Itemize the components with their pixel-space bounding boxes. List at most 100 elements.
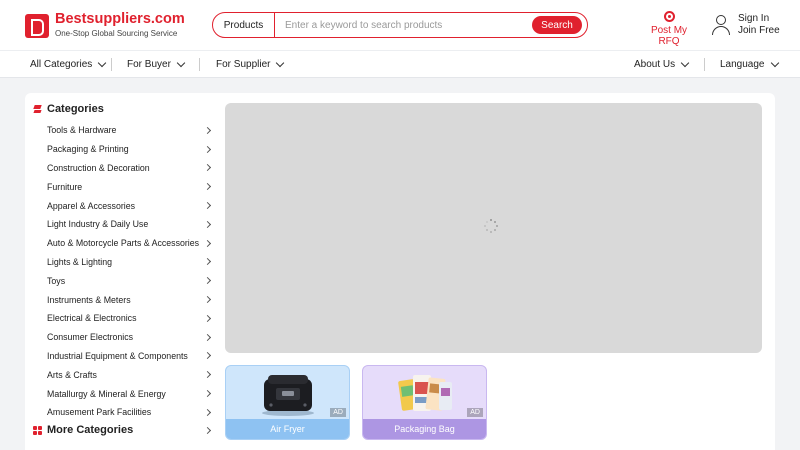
target-icon xyxy=(663,11,675,22)
category-label: Industrial Equipment & Components xyxy=(47,350,188,361)
chevron-right-icon xyxy=(203,202,212,210)
category-label: Matallurgy & Mineral & Energy xyxy=(47,388,166,399)
chevron-down-icon xyxy=(98,58,107,67)
category-label: Toys xyxy=(47,275,66,286)
category-label: Furniture xyxy=(47,181,83,192)
category-item[interactable]: Auto & Motorcycle Parts & Accessories xyxy=(47,234,212,253)
account-links: Sign In Join Free xyxy=(738,13,780,37)
chevron-right-icon xyxy=(203,164,212,172)
category-item[interactable]: Furniture xyxy=(47,177,212,196)
loading-spinner-icon xyxy=(484,219,498,233)
chevron-right-icon xyxy=(203,352,212,360)
ad-card-packaging-bag[interactable]: AD Packaging Bag xyxy=(362,365,487,440)
category-item[interactable]: Instruments & Meters xyxy=(47,290,212,309)
chevron-right-icon xyxy=(203,258,212,266)
category-item[interactable]: Tools & Hardware xyxy=(47,121,212,140)
search-input[interactable] xyxy=(275,19,532,31)
category-label: Lights & Lighting xyxy=(47,256,113,267)
nav-divider xyxy=(199,58,200,71)
user-icon[interactable] xyxy=(712,15,730,35)
nav-all-categories-label: All Categories xyxy=(30,59,93,70)
nav-divider xyxy=(704,58,705,71)
chevron-right-icon xyxy=(203,408,212,416)
category-item[interactable]: Apparel & Accessories xyxy=(47,196,212,215)
chevron-right-icon xyxy=(203,239,212,247)
category-item[interactable]: Packaging & Printing xyxy=(47,140,212,159)
category-item[interactable]: Industrial Equipment & Components xyxy=(47,347,212,366)
nav-about-us-label: About Us xyxy=(634,59,676,70)
category-label: Instruments & Meters xyxy=(47,294,131,305)
category-item[interactable]: Matallurgy & Mineral & Energy xyxy=(47,384,212,403)
grid-icon xyxy=(33,425,42,435)
chevron-right-icon xyxy=(203,145,212,153)
chevron-right-icon xyxy=(203,296,212,304)
nav-all-categories[interactable]: All Categories xyxy=(30,51,107,78)
category-label: Construction & Decoration xyxy=(47,162,150,173)
category-item[interactable]: Lights & Lighting xyxy=(47,253,212,272)
category-label: Tools & Hardware xyxy=(47,125,117,136)
chevron-right-icon xyxy=(203,333,212,341)
ad-card-label: Packaging Bag xyxy=(363,419,486,439)
sign-in-link[interactable]: Sign In xyxy=(738,13,780,25)
nav-for-buyer-label: For Buyer xyxy=(127,59,171,70)
categories-heading: Categories xyxy=(33,103,104,115)
more-categories-label: More Categories xyxy=(47,424,134,436)
chevron-right-icon xyxy=(203,220,212,228)
chevron-down-icon xyxy=(680,58,690,67)
top-header: Bestsuppliers.com One-Stop Global Sourci… xyxy=(0,0,800,50)
chevron-down-icon xyxy=(176,58,186,67)
hero-banner[interactable] xyxy=(225,103,762,353)
category-label: Auto & Motorcycle Parts & Accessories xyxy=(47,238,200,249)
category-item[interactable]: Consumer Electronics xyxy=(47,328,212,347)
chevron-right-icon xyxy=(203,371,212,379)
nav-for-supplier-label: For Supplier xyxy=(216,59,271,70)
site-logo[interactable]: Bestsuppliers.com One-Stop Global Sourci… xyxy=(25,12,185,39)
category-item[interactable]: Toys xyxy=(47,271,212,290)
category-item[interactable]: Construction & Decoration xyxy=(47,159,212,178)
nav-language[interactable]: Language xyxy=(720,51,779,78)
category-list: Tools & Hardware Packaging & Printing Co… xyxy=(47,121,212,422)
category-item[interactable]: Electrical & Electronics xyxy=(47,309,212,328)
chevron-right-icon xyxy=(203,183,212,191)
category-item[interactable]: Arts & Crafts xyxy=(47,365,212,384)
chevron-right-icon xyxy=(203,277,212,285)
logo-name: Bestsuppliers.com xyxy=(55,11,185,27)
category-label: Consumer Electronics xyxy=(47,332,134,343)
category-label: Arts & Crafts xyxy=(47,369,97,380)
logo-mark-icon xyxy=(25,13,49,38)
category-label: Light Industry & Daily Use xyxy=(47,219,149,230)
nav-language-label: Language xyxy=(720,59,765,70)
ad-card-air-fryer[interactable]: AD Air Fryer xyxy=(225,365,350,440)
chevron-right-icon xyxy=(203,126,212,134)
ad-badge: AD xyxy=(330,408,346,417)
ad-card-label: Air Fryer xyxy=(226,419,349,439)
chevron-right-icon xyxy=(203,426,212,434)
search-bar: Products Search xyxy=(212,12,588,38)
post-rfq-label: Post My RFQ xyxy=(650,25,688,47)
chevron-right-icon xyxy=(203,390,212,398)
logo-text: Bestsuppliers.com One-Stop Global Sourci… xyxy=(55,12,185,39)
account-area: Sign In Join Free xyxy=(712,13,780,37)
main-panel: Categories Tools & Hardware Packaging & … xyxy=(25,93,775,450)
category-item[interactable]: Amusement Park Facilities xyxy=(47,403,212,422)
chevron-right-icon xyxy=(203,314,212,322)
layers-icon xyxy=(33,105,42,114)
post-rfq-link[interactable]: Post My RFQ xyxy=(642,11,696,47)
main-nav: All Categories For Buyer For Supplier Ab… xyxy=(0,50,800,78)
chevron-down-icon xyxy=(770,58,779,67)
nav-for-supplier[interactable]: For Supplier xyxy=(216,51,285,78)
category-item[interactable]: Light Industry & Daily Use xyxy=(47,215,212,234)
category-label: Electrical & Electronics xyxy=(47,313,137,324)
nav-divider xyxy=(111,58,112,71)
more-categories-link[interactable]: More Categories xyxy=(33,424,212,436)
join-free-link[interactable]: Join Free xyxy=(738,25,780,37)
logo-tagline: One-Stop Global Sourcing Service xyxy=(55,29,178,38)
nav-for-buyer[interactable]: For Buyer xyxy=(127,51,186,78)
categories-title: Categories xyxy=(47,103,104,115)
ad-badge: AD xyxy=(467,408,483,417)
search-button[interactable]: Search xyxy=(532,16,582,34)
search-category-select[interactable]: Products xyxy=(213,13,275,37)
nav-about-us[interactable]: About Us xyxy=(634,51,690,78)
chevron-down-icon xyxy=(276,58,285,67)
category-label: Amusement Park Facilities xyxy=(47,407,152,418)
